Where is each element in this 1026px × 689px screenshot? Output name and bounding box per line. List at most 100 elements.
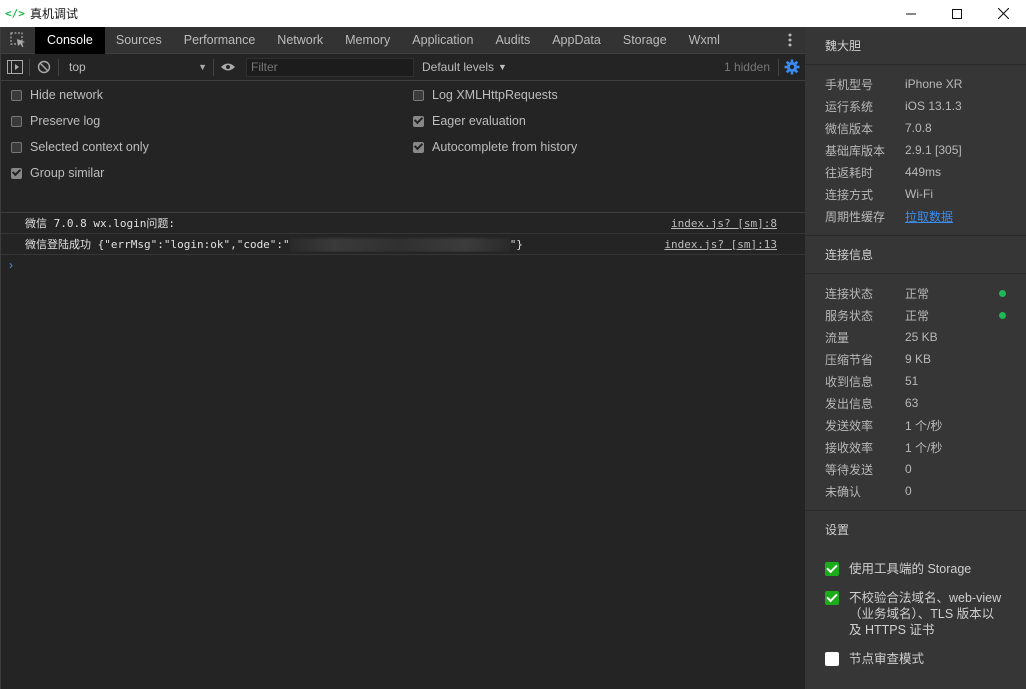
console-message: 微信 7.0.8 wx.login问题: index.js? [sm]:8 [1,213,805,234]
info-row: 流量 25 KB [825,326,1026,348]
info-row: 服务状态 正常 [825,304,1026,326]
dropdown-arrow-icon: ▼ [498,62,507,72]
clear-console-button[interactable] [30,54,58,81]
checkbox-label: Autocomplete from history [432,140,578,154]
connection-info-title: 连接信息 [805,236,1026,274]
info-row: 未确认 0 [825,480,1026,502]
tab-appdata[interactable]: AppData [541,27,612,54]
log-levels-label: Default levels [422,60,495,74]
settings-title: 设置 [825,523,850,537]
log-xhr-checkbox[interactable]: Log XMLHttpRequests [413,88,558,102]
kebab-menu-icon [788,33,792,47]
checkbox-box [413,89,424,101]
close-icon [997,8,1009,19]
minimize-icon [906,13,916,14]
tab-memory[interactable]: Memory [334,27,401,54]
eager-evaluation-checkbox[interactable]: Eager evaluation [413,114,526,128]
info-row: 收到信息 51 [825,370,1026,392]
info-row: 基础库版本 2.9.1 [305] [825,139,1026,161]
log-text-prefix: 微信登陆成功 {"errMsg":"login:ok","code":" [25,238,290,251]
log-text-suffix: "} [509,238,523,251]
tab-audits[interactable]: Audits [484,27,541,54]
show-sidebar-button[interactable] [1,54,29,81]
checkbox-empty-icon [825,652,839,666]
tab-console[interactable]: Console [35,26,105,54]
checkbox-box-checked [413,115,424,127]
checkbox-checked-icon [825,591,839,605]
info-key: 发出信息 [825,396,874,411]
autocomplete-history-checkbox[interactable]: Autocomplete from history [413,140,577,154]
minimize-button[interactable] [888,0,934,27]
checkbox-checked-icon [825,562,839,576]
title-bar: </> 真机调试 [0,0,1026,27]
checkbox-box [11,89,22,101]
setting-option[interactable]: 使用工具端的 Storage [805,561,1026,577]
fetch-data-link[interactable]: 拉取数据 [905,208,1026,225]
console-toolbar: top ▼ Filter Default levels ▼ 1 hidden [1,54,805,81]
info-row: 运行系统 iOS 13.1.3 [825,95,1026,117]
info-key: 运行系统 [825,99,874,114]
tab-wxml[interactable]: Wxml [678,27,731,54]
info-key: 微信版本 [825,121,874,136]
console-prompt[interactable]: › [1,255,805,275]
device-info-list: 手机型号 iPhone XR 运行系统 iOS 13.1.3 微信版本 7.0.8 基础库版… [805,65,1026,236]
log-source-link[interactable]: index.js? [sm]:13 [664,238,777,251]
info-key: 流量 [825,330,850,345]
info-key: 连接方式 [825,187,874,202]
checkbox-label: Log XMLHttpRequests [432,88,558,102]
tab-network[interactable]: Network [266,27,334,54]
info-value: 51 [905,374,919,388]
setting-option-label: 使用工具端的 Storage [849,562,972,576]
log-levels-dropdown[interactable]: Default levels ▼ [422,60,507,74]
eye-icon [221,63,235,71]
log-source-link[interactable]: index.js? [sm]:8 [671,217,777,230]
info-key: 基础库版本 [825,143,886,158]
group-similar-checkbox[interactable]: Group similar [11,166,104,180]
tab-sources[interactable]: Sources [105,27,173,54]
context-selector[interactable]: top ▼ [65,57,213,77]
checkbox-box [11,141,22,153]
prompt-chevron-icon: › [9,258,13,272]
maximize-button[interactable] [934,0,980,27]
hide-network-checkbox[interactable]: Hide network [11,88,103,102]
info-key: 连接状态 [825,286,874,301]
info-key: 周期性缓存 [825,209,886,224]
console-settings-pane: Hide network Preserve log Selected conte… [1,81,805,213]
info-value: 正常 [905,286,930,301]
info-value: 1 个/秒 [905,418,943,433]
gear-icon [784,59,800,75]
devtools-tab-bar: Console Sources Performance Network Memo… [1,26,805,54]
info-value: 63 [905,396,919,410]
close-button[interactable] [980,0,1026,27]
console-settings-button[interactable] [779,59,805,75]
info-row: 发送效率 1 个/秒 [825,414,1026,436]
tab-application[interactable]: Application [401,27,484,54]
live-expression-button[interactable] [214,54,242,81]
more-menu-button[interactable] [775,33,805,47]
filter-input[interactable]: Filter [246,57,414,77]
setting-option[interactable]: 节点审查模式 [805,651,1026,667]
checkbox-label: Eager evaluation [432,114,526,128]
info-key: 等待发送 [825,462,874,477]
selected-context-checkbox[interactable]: Selected context only [11,140,149,154]
info-value: 7.0.8 [905,121,932,135]
inspect-element-button[interactable] [1,27,35,54]
setting-option[interactable]: 不校验合法域名、web-view（业务域名）、TLS 版本以及 HTTPS 证书 [805,590,1026,638]
info-value: 0 [905,484,912,498]
info-row: 连接状态 正常 [825,282,1026,304]
setting-option-label: 节点审查模式 [849,652,925,666]
tab-performance[interactable]: Performance [173,27,267,54]
info-row: 周期性缓存 拉取数据 [825,205,1026,227]
window-title: 真机调试 [30,7,79,21]
tab-storage[interactable]: Storage [612,27,678,54]
settings-options: 使用工具端的 Storage 不校验合法域名、web-view（业务域名）、TLS… [805,549,1026,667]
checkbox-label: Selected context only [30,140,149,154]
checkbox-box [11,115,22,127]
info-value: 正常 [905,308,930,323]
info-row: 连接方式 Wi-Fi [825,183,1026,205]
maximize-icon [952,8,962,19]
status-dot-icon [999,289,1006,297]
info-value: iOS 13.1.3 [905,99,962,113]
preserve-log-checkbox[interactable]: Preserve log [11,114,100,128]
hidden-count: 1 hidden [723,60,770,74]
